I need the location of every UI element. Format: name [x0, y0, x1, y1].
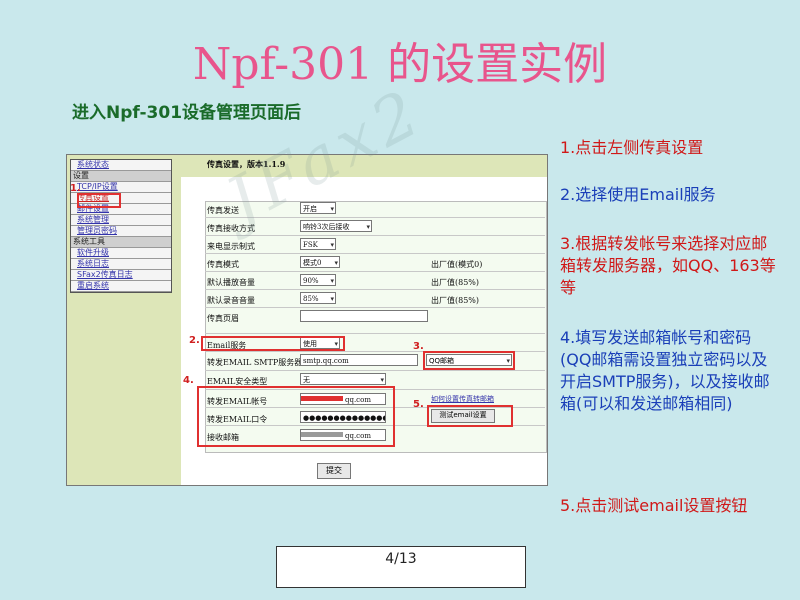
- divider: [205, 333, 545, 334]
- page-indicator: 4/13: [385, 551, 417, 567]
- menu-item-system-status[interactable]: 系统状态: [71, 160, 171, 171]
- qq-setup-help-link[interactable]: 如何设置传真转邮箱: [431, 394, 494, 404]
- menu-item-reboot[interactable]: 重启系统: [71, 281, 171, 292]
- smtp-server-input[interactable]: smtp.qq.com: [300, 354, 418, 366]
- instruction-step-5: 5.点击测试email设置按钮: [560, 496, 748, 515]
- instruction-step-2: 2.选择使用Email服务: [560, 185, 716, 204]
- row-fax-header: 传真页眉: [205, 308, 545, 326]
- menu-item-tcpip[interactable]: TCP/IP设置: [71, 182, 171, 193]
- step-marker-3: 3.: [413, 341, 424, 352]
- row-fax-mode: 传真模式 模式0 出厂值(模式0): [205, 254, 545, 272]
- menu-item-upgrade[interactable]: 软件升级: [71, 248, 171, 259]
- email-security-select[interactable]: 无: [300, 373, 386, 385]
- step-marker-1: 1.: [70, 183, 81, 194]
- menu-section-settings: 设置: [71, 171, 171, 182]
- row-record-volume: 默认录音音量 85% 出厂值(85%): [205, 290, 545, 308]
- submit-button[interactable]: 提交: [317, 463, 351, 479]
- fax-header-label: 传真页眉: [207, 314, 239, 323]
- fax-mode-label: 传真模式: [207, 260, 239, 269]
- menu-section-tools: 系统工具: [71, 237, 171, 248]
- caller-id-label: 来电显示制式: [207, 242, 255, 251]
- caller-id-select[interactable]: FSK: [300, 238, 336, 250]
- fax-receive-select[interactable]: 响铃3次后接收: [300, 220, 372, 232]
- admin-menu: 系统状态 设置 TCP/IP设置 传真设置 邮件设置 系统管理 管理员密码 系统…: [70, 159, 172, 293]
- menu-item-system-log[interactable]: 系统日志: [71, 259, 171, 270]
- fax-header-input[interactable]: [300, 310, 428, 322]
- play-volume-select[interactable]: 90%: [300, 274, 336, 286]
- step-marker-4: 4.: [183, 375, 194, 386]
- highlight-box-step4: [197, 386, 395, 447]
- menu-item-system-admin[interactable]: 系统管理: [71, 215, 171, 226]
- instruction-step-3: 3.根据转发帐号来选择对应邮箱转发服务器，如QQ、163等等: [560, 234, 776, 297]
- menu-item-admin-password[interactable]: 管理员密码: [71, 226, 171, 237]
- record-volume-label: 默认录音音量: [207, 296, 255, 305]
- fax-mode-select[interactable]: 模式0: [300, 256, 340, 268]
- highlight-box-step1: [77, 193, 121, 208]
- smtp-server-label: 转发EMAIL SMTP服务器: [207, 358, 303, 367]
- highlight-box-step5: [427, 405, 513, 427]
- record-volume-default-note: 出厂值(85%): [431, 296, 480, 305]
- row-play-volume: 默认播放音量 90% 出厂值(85%): [205, 272, 545, 290]
- highlight-box-step2: [201, 336, 345, 351]
- slide-subtitle: 进入Npf-301设备管理页面后: [72, 103, 302, 123]
- record-volume-select[interactable]: 85%: [300, 292, 336, 304]
- fax-mode-default-note: 出厂值(模式0): [431, 260, 483, 269]
- page-indicator-box: 4/13: [276, 546, 526, 588]
- highlight-box-step3: [423, 351, 515, 370]
- row-caller-id: 来电显示制式 FSK: [205, 236, 545, 254]
- play-volume-label: 默认播放音量: [207, 278, 255, 287]
- instruction-step-4: 4.填写发送邮箱帐号和密码(QQ邮箱需设置独立密码以及开启SMTP服务)，以及接…: [560, 328, 770, 413]
- instruction-step-1: 1.点击左侧传真设置: [560, 138, 704, 157]
- step-marker-2: 2.: [189, 335, 200, 346]
- step-marker-5: 5.: [413, 399, 424, 410]
- play-volume-default-note: 出厂值(85%): [431, 278, 480, 287]
- menu-item-fax-log[interactable]: SFax2传真日志: [71, 270, 171, 281]
